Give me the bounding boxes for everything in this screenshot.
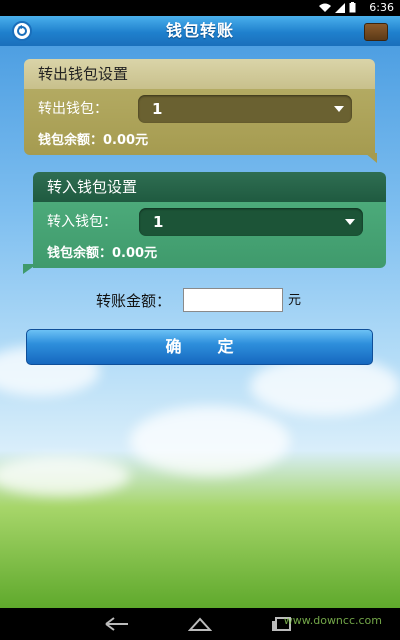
- status-bar: 6:36: [0, 0, 400, 16]
- amount-input[interactable]: [183, 288, 283, 312]
- status-icons: [319, 2, 356, 13]
- panel-tail: [23, 264, 37, 274]
- transfer-in-wallet-label: 转入钱包：: [47, 214, 117, 230]
- transfer-in-wallet-value: 1: [153, 213, 164, 231]
- watermark: www.downcc.com: [283, 614, 382, 627]
- transfer-out-heading: 转出钱包设置: [24, 59, 375, 89]
- back-nav-icon[interactable]: [104, 616, 130, 632]
- transfer-in-balance-label: 钱包余额：: [47, 246, 113, 261]
- panel-tail: [365, 153, 377, 163]
- transfer-in-wallet-select[interactable]: 1: [139, 208, 363, 236]
- amount-unit: 元: [288, 293, 302, 308]
- page-title: 钱包转账: [165, 21, 234, 40]
- transfer-out-wallet-label: 转出钱包：: [38, 101, 108, 117]
- transfer-out-wallet-select[interactable]: 1: [138, 95, 352, 123]
- status-time: 6:36: [369, 1, 394, 14]
- transfer-in-balance-value: 0.00元: [112, 246, 158, 261]
- chevron-down-icon: [334, 106, 344, 112]
- transfer-out-balance-value: 0.00元: [103, 133, 149, 148]
- transfer-in-heading: 转入钱包设置: [33, 172, 386, 202]
- confirm-button[interactable]: 确定: [26, 329, 373, 365]
- transfer-out-wallet-value: 1: [152, 100, 163, 118]
- transfer-in-panel: 转入钱包设置 转入钱包： 1 钱包余额：0.00元: [23, 172, 386, 274]
- title-bar: 钱包转账: [0, 16, 400, 47]
- battery-icon: [349, 2, 356, 13]
- wallet-icon[interactable]: [364, 23, 388, 41]
- wifi-icon: [319, 3, 331, 12]
- amount-label: 转账金额：: [96, 292, 172, 310]
- chevron-down-icon: [345, 219, 355, 225]
- signal-icon: [335, 2, 345, 13]
- home-nav-icon[interactable]: [188, 616, 212, 632]
- transfer-out-panel: 转出钱包设置 转出钱包： 1 钱包余额：0.00元: [24, 59, 377, 163]
- transfer-out-balance-label: 钱包余额：: [38, 133, 104, 148]
